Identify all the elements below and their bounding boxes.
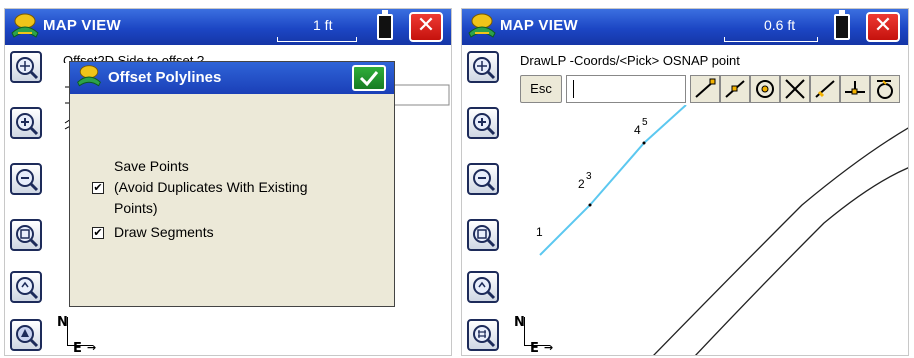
right-scale-readout: 0.6 ft <box>764 17 796 33</box>
right-scale-bar <box>724 37 818 42</box>
right-map-screen: MAP VIEW 0.6 ft ✕ DrawLP -Coords/<Pick> … <box>461 8 909 356</box>
dialog-title: Offset Polylines <box>108 69 222 86</box>
zoom-window-icon <box>16 225 39 248</box>
point-label-5: 5 <box>642 117 648 128</box>
zoom-previous-icon <box>16 277 39 300</box>
offset-polylines-dialog: Offset Polylines Save Points ✔ (Avoid Du… <box>69 61 395 307</box>
save-points-label-line3: Points) <box>114 200 158 216</box>
osnap-midpoint-button[interactable] <box>720 75 750 103</box>
zoom-window-button[interactable] <box>10 219 42 251</box>
zoom-extents-button[interactable] <box>467 51 499 83</box>
osnap-center-button[interactable] <box>750 75 780 103</box>
drawn-polyline <box>539 105 687 256</box>
east-label: E <box>530 341 539 356</box>
zoom-out-button[interactable] <box>467 163 499 195</box>
osnap-endpoint-button[interactable] <box>690 75 720 103</box>
center-snap-icon <box>756 80 774 98</box>
left-title: MAP VIEW <box>43 17 121 34</box>
zoom-in-button[interactable] <box>467 107 499 139</box>
intersection-snap-icon <box>785 79 805 99</box>
polyline-outer <box>694 167 908 355</box>
nearest-snap-icon <box>815 80 835 98</box>
draw-segments-checkbox[interactable]: ✔ <box>92 227 104 239</box>
check-icon <box>359 71 379 87</box>
ok-button[interactable] <box>352 65 386 91</box>
zoom-previous-button[interactable] <box>467 271 499 303</box>
pan-zoom-icon <box>16 325 39 348</box>
point-label-3: 3 <box>586 171 592 182</box>
polyline-inner <box>653 127 908 355</box>
left-tool-column <box>5 49 45 355</box>
osnap-nearest-button[interactable] <box>810 75 840 103</box>
zoom-out-button[interactable] <box>10 163 42 195</box>
point-label-1: 1 <box>536 225 543 239</box>
zoom-window-button[interactable] <box>467 219 499 251</box>
save-points-label: Save Points <box>114 158 189 174</box>
endpoint-snap-icon <box>695 78 716 98</box>
osnap-tangent-button[interactable] <box>870 75 900 103</box>
tangent-snap-icon <box>877 80 893 99</box>
right-close-button[interactable]: ✕ <box>866 12 900 42</box>
zoom-extents-button[interactable] <box>10 51 42 83</box>
right-title: MAP VIEW <box>500 17 578 34</box>
save-points-label-line2: (Avoid Duplicates With Existing <box>114 179 308 195</box>
left-scale-bar <box>277 37 357 42</box>
left-map-screen: MAP VIEW 1 ft ✕ Offset2D Side to offset … <box>4 8 452 356</box>
right-tool-column <box>462 49 502 355</box>
command-input[interactable] <box>566 75 686 103</box>
dialog-logo-icon <box>77 65 101 87</box>
left-titlebar: MAP VIEW 1 ft ✕ <box>5 9 451 45</box>
zoom-out-icon <box>16 169 39 192</box>
midpoint-snap-icon <box>725 80 745 98</box>
save-points-checkbox[interactable]: ✔ <box>92 182 104 194</box>
zoom-previous-icon <box>473 277 496 300</box>
right-titlebar: MAP VIEW 0.6 ft ✕ <box>462 9 908 45</box>
north-arrow-icon: N E → <box>57 315 97 356</box>
pan-zoom-button[interactable] <box>10 319 42 351</box>
battery-icon <box>377 10 393 40</box>
dialog-header: Offset Polylines <box>70 62 394 94</box>
zoom-extents-icon <box>16 57 39 80</box>
perpendicular-snap-icon <box>845 81 865 95</box>
left-scale-readout: 1 ft <box>313 17 333 33</box>
osnap-intersection-button[interactable] <box>780 75 810 103</box>
esc-button[interactable]: Esc <box>520 75 562 103</box>
zoom-window-icon <box>473 225 496 248</box>
battery-icon <box>834 10 850 40</box>
north-arrow-icon: N E → <box>514 315 554 356</box>
draw-segments-label: Draw Segments <box>114 224 214 240</box>
zoom-in-icon <box>16 113 39 136</box>
osnap-perpendicular-button[interactable] <box>840 75 870 103</box>
zoom-out-icon <box>473 169 496 192</box>
grid-zoom-icon <box>473 325 496 348</box>
left-close-button[interactable]: ✕ <box>409 12 443 42</box>
point-label-2: 2 <box>578 177 585 191</box>
app-logo-icon <box>11 13 39 38</box>
zoom-in-button[interactable] <box>10 107 42 139</box>
grid-zoom-button[interactable] <box>467 319 499 351</box>
zoom-previous-button[interactable] <box>10 271 42 303</box>
right-command-line: DrawLP -Coords/<Pick> OSNAP point <box>520 53 740 68</box>
app-logo-icon <box>468 13 496 38</box>
zoom-in-icon <box>473 113 496 136</box>
zoom-extents-icon <box>473 57 496 80</box>
east-label: E <box>73 341 82 356</box>
point-label-4: 4 <box>634 123 641 137</box>
